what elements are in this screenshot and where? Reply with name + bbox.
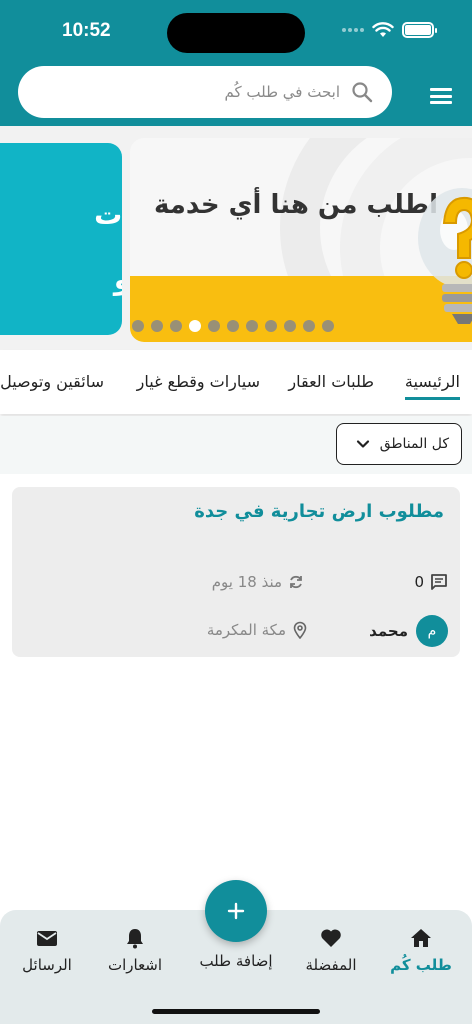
pager-dot[interactable]	[246, 320, 258, 332]
wifi-icon	[372, 22, 394, 37]
nav-favorites[interactable]: المفضلة	[288, 926, 374, 974]
region-dropdown-label: كل المناطق	[379, 436, 449, 452]
pager-dot[interactable]	[151, 320, 163, 332]
comment-icon	[431, 574, 447, 590]
time-ago: منذ 18 يوم	[212, 573, 304, 591]
request-card[interactable]: مطلوب ارض تجارية في جدة 0 منذ 18 يوم م م…	[12, 487, 460, 657]
banner-slide-current[interactable]: اطلب من هنا أي خدمة	[130, 138, 472, 342]
pager-dot[interactable]	[265, 320, 277, 332]
pager-dot[interactable]	[170, 320, 182, 332]
status-time: 10:52	[62, 20, 111, 41]
nav-favorites-label: المفضلة	[305, 956, 357, 974]
dynamic-island	[167, 13, 305, 53]
refresh-icon	[290, 575, 302, 589]
banner-slide-previous[interactable]: طلبات تو	[0, 143, 122, 335]
heart-icon	[321, 929, 341, 947]
add-request-label[interactable]: إضافة طلب	[186, 952, 286, 970]
tab-cars-parts[interactable]: سيارات وقطع غيار	[137, 372, 260, 391]
user-name[interactable]: محمد	[369, 622, 408, 640]
location-pin-icon	[293, 621, 307, 639]
mail-icon	[37, 931, 57, 946]
tab-real-estate[interactable]: طلبات العقار	[288, 372, 374, 391]
nav-notifications-label: اشعارات	[107, 956, 163, 974]
location-text: مكة المكرمة	[206, 621, 286, 639]
pager-dot[interactable]	[303, 320, 315, 332]
signal-icon	[342, 28, 364, 32]
menu-icon[interactable]	[430, 88, 452, 104]
add-request-button[interactable]	[205, 880, 267, 942]
request-location: مكة المكرمة	[207, 621, 308, 639]
tab-home[interactable]: الرئيسية	[404, 372, 460, 400]
filter-bar: كل المناطق	[0, 416, 472, 474]
pager-dot[interactable]	[189, 320, 201, 332]
nav-notifications[interactable]: اشعارات	[92, 926, 178, 974]
home-indicator	[152, 1009, 320, 1014]
lightbulb-question-icon	[418, 188, 472, 324]
nav-home[interactable]: طلب كُم	[378, 926, 464, 974]
pager-dot[interactable]	[208, 320, 220, 332]
home-icon	[411, 929, 431, 947]
carousel-pager	[132, 320, 334, 332]
nav-messages[interactable]: الرسائل	[4, 926, 90, 974]
nav-home-label: طلب كُم	[390, 956, 452, 974]
bell-icon	[127, 929, 143, 949]
request-title[interactable]: مطلوب ارض تجارية في جدة	[194, 501, 444, 522]
comment-count-value: 0	[414, 573, 424, 591]
pager-dot[interactable]	[227, 320, 239, 332]
comment-count: 0	[414, 573, 448, 591]
plus-icon	[227, 902, 245, 920]
battery-icon	[402, 22, 437, 38]
banner-carousel[interactable]: طلبات تو اطلب من هنا أي خدمة	[0, 126, 472, 350]
banner-prev-line1: طلبات	[94, 198, 122, 231]
search-input[interactable]: ابحث في طلب كُم	[18, 66, 392, 118]
category-tabs: الرئيسية طلبات العقار سيارات وقطع غيار س…	[0, 350, 472, 414]
chevron-down-icon	[356, 440, 369, 448]
nav-messages-label: الرسائل	[22, 956, 72, 974]
time-ago-text: منذ 18 يوم	[211, 573, 282, 591]
region-dropdown[interactable]: كل المناطق	[336, 423, 462, 465]
tab-drivers-delivery[interactable]: سائقين وتوصيل	[0, 372, 104, 391]
pager-dot[interactable]	[132, 320, 144, 332]
status-icons	[342, 22, 437, 38]
search-icon	[352, 82, 373, 103]
app-header: 10:52 ابحث في طلب كُم	[0, 0, 472, 126]
search-placeholder: ابحث في طلب كُم	[224, 83, 341, 101]
request-author[interactable]: م محمد	[369, 615, 448, 647]
avatar[interactable]: م	[416, 615, 448, 647]
banner-title: اطلب من هنا أي خدمة	[154, 190, 439, 220]
banner-prev-line2: تو	[114, 263, 122, 296]
pager-dot[interactable]	[322, 320, 334, 332]
pager-dot[interactable]	[284, 320, 296, 332]
